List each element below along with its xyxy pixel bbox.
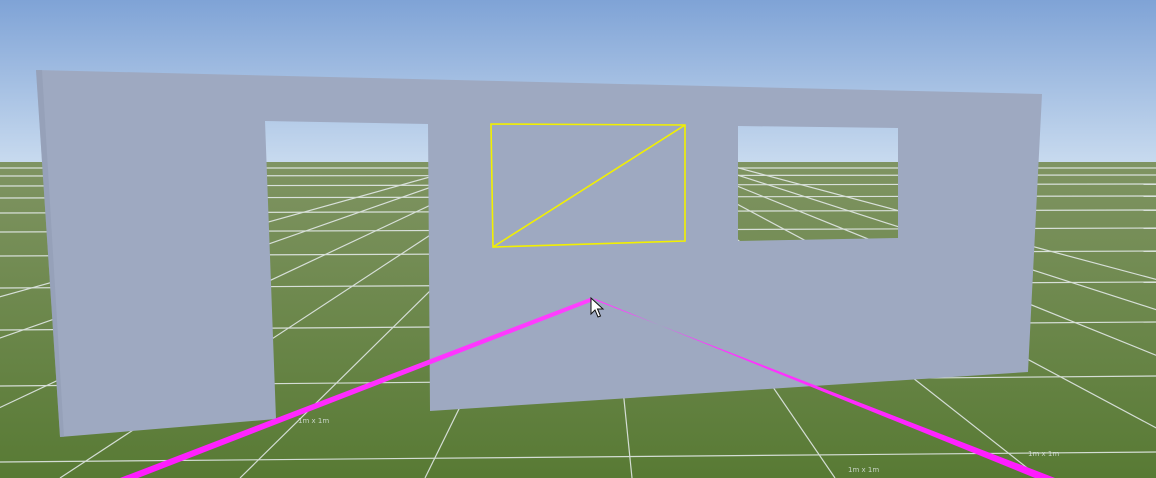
grid-label-1: 1m x 1m xyxy=(298,417,329,425)
vr-viewport[interactable]: 1m x 1m 1m x 1m 1m x 1m xyxy=(0,0,1156,478)
grid-label-3: 1m x 1m xyxy=(1028,450,1059,458)
grid-label-2: 1m x 1m xyxy=(848,466,879,474)
3d-scene[interactable]: 1m x 1m 1m x 1m 1m x 1m xyxy=(0,0,1156,478)
